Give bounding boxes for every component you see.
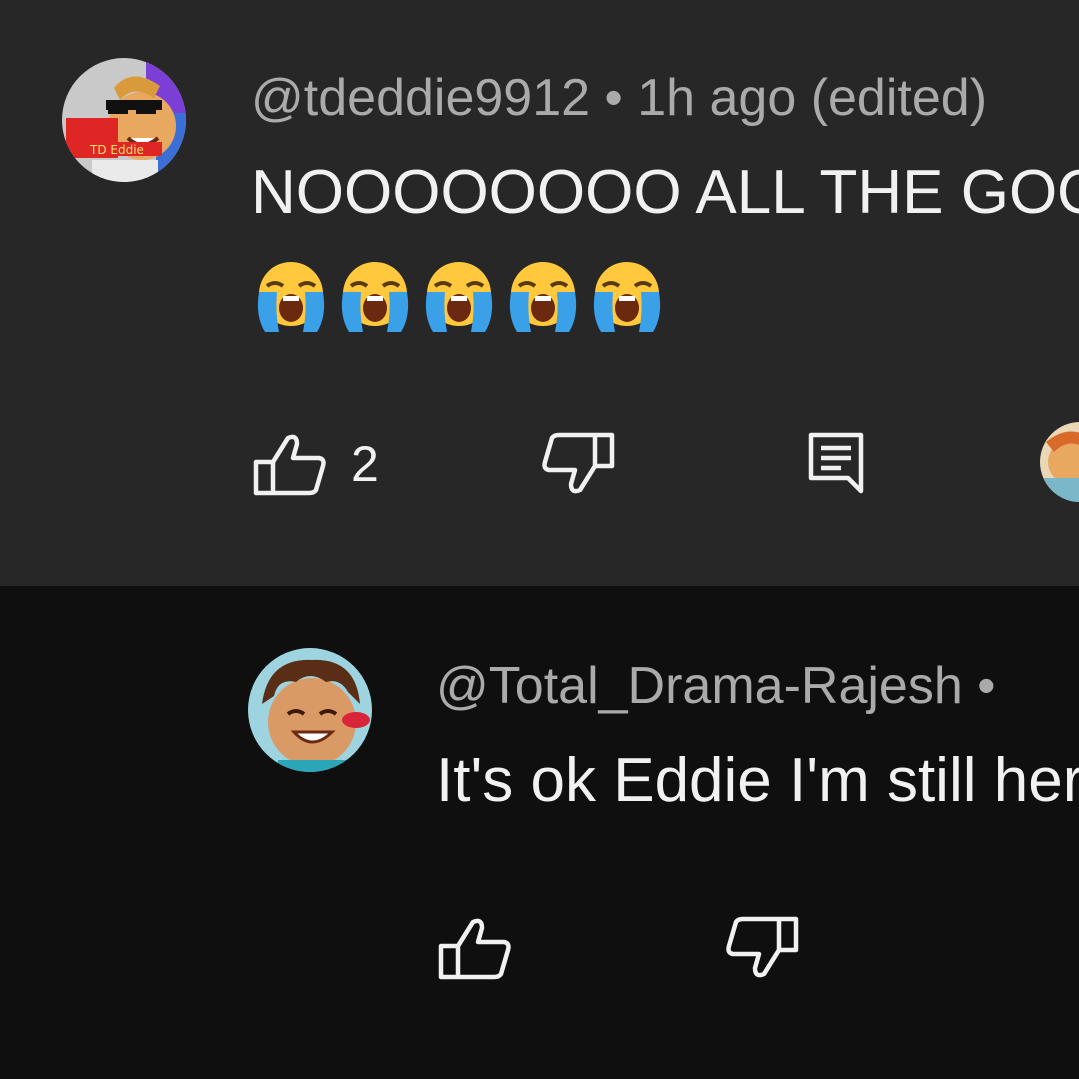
reply-card: @Total_Drama-Rajesh • It's ok Eddie I'm … (0, 586, 1079, 1079)
loudly-crying-face-icon (341, 262, 409, 332)
loudly-crying-face-icon (593, 262, 661, 332)
comment-text: NOOOOOOOO ALL THE GOOD ONES (251, 158, 1079, 227)
loudly-crying-face-icon (509, 262, 577, 332)
comment-meta: @tdeddie9912 • 1h ago (edited) (251, 68, 987, 128)
creator-heart-avatar (1040, 422, 1079, 502)
reply-button[interactable] (808, 432, 864, 494)
meta-separator: • (604, 69, 623, 127)
thumbs-up-icon (438, 916, 512, 980)
reply-meta: @Total_Drama-Rajesh • (436, 656, 995, 716)
like-button[interactable] (438, 916, 512, 980)
like-button[interactable]: 2 (253, 432, 379, 496)
thumbs-up-icon (253, 432, 327, 496)
avatar[interactable]: TD Eddie (62, 58, 186, 182)
author-handle[interactable]: @tdeddie9912 (251, 69, 590, 127)
reply-text: It's ok Eddie I'm still here (436, 746, 1079, 815)
avatar[interactable] (248, 648, 372, 772)
thumbs-down-icon (725, 916, 799, 980)
comment-timestamp: 1h ago (edited) (637, 69, 988, 127)
reply-comment-icon (808, 432, 864, 494)
emoji-row (251, 256, 667, 336)
comment-card: TD Eddie @tdeddie9912 • 1h ago (edited) … (0, 0, 1079, 586)
like-count: 2 (351, 436, 379, 492)
meta-separator: • (977, 657, 996, 715)
thumbs-down-icon (541, 432, 615, 496)
loudly-crying-face-icon (425, 262, 493, 332)
dislike-button[interactable] (541, 432, 615, 496)
author-handle[interactable]: @Total_Drama-Rajesh (436, 657, 963, 715)
dislike-button[interactable] (725, 916, 799, 980)
loudly-crying-face-icon (257, 262, 325, 332)
avatar-logo-text: TD Eddie (89, 143, 144, 157)
